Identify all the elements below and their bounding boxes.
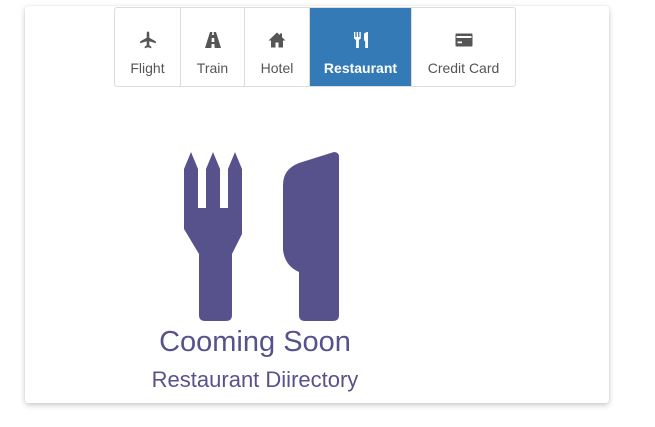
tab-restaurant[interactable]: Restaurant	[310, 8, 412, 86]
credit-card-icon	[455, 33, 472, 47]
coming-soon-heading: Cooming Soon	[159, 326, 351, 358]
tab-label: Hotel	[260, 60, 294, 76]
tab-label: Train	[196, 60, 229, 76]
home-icon	[268, 32, 286, 48]
booking-tabs: Flight Train Hotel Restaurant Credit Car…	[114, 7, 516, 87]
tab-label: Credit Card	[427, 60, 500, 76]
tab-label: Restaurant	[323, 60, 398, 76]
tab-label: Flight	[130, 60, 165, 76]
tab-flight[interactable]: Flight	[115, 8, 181, 86]
tab-train[interactable]: Train	[181, 8, 245, 86]
road-icon	[204, 32, 221, 48]
restaurant-directory-subheading: Restaurant Diirectory	[151, 367, 359, 392]
plane-icon	[139, 31, 156, 49]
cutlery-icon	[184, 152, 339, 321]
tab-hotel[interactable]: Hotel	[245, 8, 310, 86]
cutlery-icon	[353, 32, 368, 48]
tab-credit-card[interactable]: Credit Card	[412, 8, 515, 86]
